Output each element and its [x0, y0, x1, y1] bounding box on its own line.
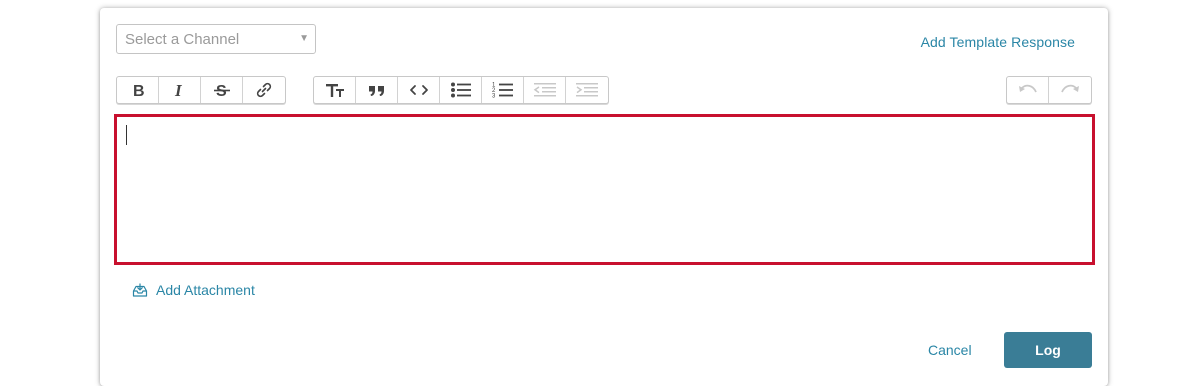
- italic-icon: I: [174, 82, 183, 98]
- code-button[interactable]: [398, 77, 440, 103]
- heading-button[interactable]: [314, 77, 356, 103]
- bullet-list-button[interactable]: [440, 77, 482, 103]
- block-format-toolbar: 1 2 3: [313, 76, 609, 104]
- channel-select[interactable]: Select a Channel ▼: [116, 24, 316, 54]
- history-toolbar: [1006, 76, 1092, 104]
- italic-button[interactable]: I: [159, 77, 201, 103]
- quote-button[interactable]: [356, 77, 398, 103]
- caret-down-icon: ▼: [299, 33, 309, 44]
- strikethrough-button[interactable]: S: [201, 77, 243, 103]
- cancel-button[interactable]: Cancel: [928, 342, 972, 358]
- message-editor[interactable]: [114, 114, 1095, 265]
- log-button[interactable]: Log: [1004, 332, 1092, 368]
- indent-icon: [576, 83, 598, 97]
- indent-button[interactable]: [566, 77, 608, 103]
- quote-icon: [368, 86, 384, 96]
- link-button[interactable]: [243, 77, 285, 103]
- add-attachment-link[interactable]: Add Attachment: [132, 282, 255, 298]
- svg-text:3: 3: [492, 94, 496, 100]
- outdent-icon: [533, 83, 556, 97]
- strikethrough-icon: S: [213, 83, 230, 98]
- link-icon: [256, 82, 272, 98]
- outdent-button[interactable]: [524, 77, 566, 103]
- heading-icon: [325, 84, 344, 97]
- code-icon: [409, 85, 428, 95]
- numbered-list-button[interactable]: 1 2 3: [482, 77, 524, 103]
- channel-select-placeholder: Select a Channel: [125, 30, 240, 48]
- svg-text:B: B: [133, 83, 145, 98]
- redo-button[interactable]: [1049, 77, 1091, 103]
- bullet-list-icon: [450, 82, 471, 98]
- bold-icon: B: [133, 83, 145, 98]
- redo-icon: [1061, 84, 1079, 93]
- inline-format-toolbar: B I S: [116, 76, 286, 104]
- log-composer-panel: Select a Channel ▼ Add Template Response…: [100, 8, 1108, 386]
- numbered-list-icon: 1 2 3: [492, 83, 513, 100]
- add-template-response-link[interactable]: Add Template Response: [921, 34, 1075, 50]
- attachment-tray-icon: [132, 283, 148, 297]
- svg-text:I: I: [174, 82, 183, 98]
- bold-button[interactable]: B: [117, 77, 159, 103]
- undo-button[interactable]: [1007, 77, 1049, 103]
- undo-icon: [1018, 84, 1037, 93]
- text-cursor: [126, 125, 127, 145]
- add-attachment-label: Add Attachment: [156, 282, 255, 298]
